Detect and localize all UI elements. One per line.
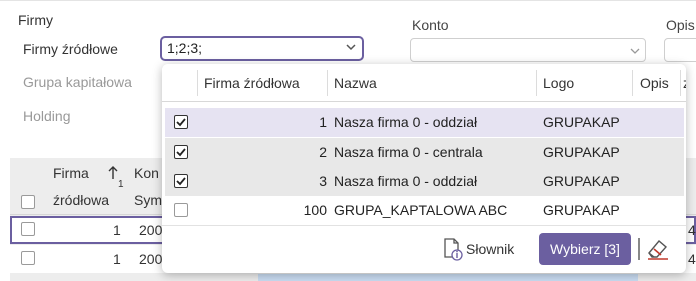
row-checkbox[interactable] [174, 145, 188, 159]
row-checkbox[interactable] [21, 222, 35, 236]
check-icon [176, 118, 186, 127]
popup-header: Firma źródłowa Nazwa Logo Opis zv [162, 64, 686, 102]
firma-number: 3 [319, 173, 327, 189]
slownik-button[interactable]: Słownik [438, 234, 522, 264]
list-item[interactable]: 2 Nasza firma 0 - centrala GRUPAKAP [165, 138, 684, 167]
firma-logo: GRUPAKAP [543, 114, 620, 130]
firma-name: Nasza firma 0 - oddział [334, 173, 478, 189]
col-header-firma[interactable]: Firma źródłowa [204, 75, 300, 91]
chevron-down-icon[interactable] [346, 42, 356, 52]
firmy-zrodlowe-combo[interactable]: 1;2;3; [160, 36, 364, 61]
grid-highlight-strip [258, 274, 638, 281]
row-right-value: 4 [688, 251, 696, 267]
firma-logo: GRUPAKAP [543, 202, 620, 218]
list-item[interactable]: 3 Nasza firma 0 - oddział GRUPAKAP [165, 167, 684, 196]
label-firmy-zrodlowe: Firmy źródłowe [23, 41, 118, 57]
firma-number: 2 [319, 144, 327, 160]
chevron-down-icon[interactable] [630, 46, 640, 56]
column-divider [680, 70, 681, 96]
list-item[interactable]: 100 GRUPA_KAPTALOWA ABC GRUPAKAP [165, 196, 684, 225]
firma-number: 100 [303, 202, 327, 218]
firma-logo: GRUPAKAP [543, 173, 620, 189]
label-grupa-kapitalowa: Grupa kapitałowa [23, 74, 132, 90]
section-title-firmy: Firmy [18, 12, 53, 28]
row-symbol: 200 [139, 251, 163, 267]
column-divider [327, 70, 328, 96]
row-right-value: 4 [688, 222, 696, 238]
opis-input[interactable] [664, 38, 696, 62]
column-divider [536, 70, 537, 96]
row-checkbox[interactable] [21, 251, 35, 265]
grid-header-firma[interactable]: Firma [53, 165, 89, 181]
slownik-label: Słownik [466, 241, 515, 257]
label-konto: Konto [412, 17, 449, 33]
col-header-overflow[interactable]: zv [683, 75, 686, 91]
list-item[interactable]: 1 Nasza firma 0 - oddział GRUPAKAP [165, 108, 684, 137]
eraser-icon[interactable] [645, 236, 671, 262]
column-divider [632, 70, 633, 96]
row-checkbox[interactable] [174, 115, 188, 129]
row-symbol: 200 [139, 222, 163, 238]
top-divider [0, 0, 696, 1]
combo-value: 1;2;3; [167, 40, 203, 56]
row-num: 1 [113, 222, 121, 238]
firma-name: GRUPA_KAPTALOWA ABC [334, 202, 508, 218]
sort-index: 1 [118, 179, 124, 190]
label-opis: Opis [666, 17, 695, 33]
col-header-opis[interactable]: Opis [640, 75, 669, 91]
row-num: 1 [113, 251, 121, 267]
firma-name: Nasza firma 0 - centrala [334, 144, 483, 160]
check-icon [176, 148, 186, 157]
col-header-logo[interactable]: Logo [543, 75, 574, 91]
grid-header-zrodlowa[interactable]: źródłowa [53, 192, 109, 208]
row-checkbox[interactable] [174, 174, 188, 188]
wybierz-button[interactable]: Wybierz [3] [539, 233, 631, 265]
column-divider [197, 70, 198, 96]
grid-header-konto[interactable]: Kon [134, 165, 159, 181]
footer-separator [638, 238, 640, 260]
popup-footer-divider [162, 225, 686, 226]
row-checkbox[interactable] [174, 203, 188, 217]
label-holding: Holding [23, 108, 71, 124]
select-all-checkbox[interactable] [21, 195, 35, 209]
check-icon [176, 177, 186, 186]
konto-input[interactable] [410, 38, 646, 62]
firmy-dropdown-popup: Firma źródłowa Nazwa Logo Opis zv 1 Nasz… [162, 64, 686, 273]
col-header-nazwa[interactable]: Nazwa [334, 75, 377, 91]
firma-logo: GRUPAKAP [543, 144, 620, 160]
firma-number: 1 [319, 114, 327, 130]
firma-name: Nasza firma 0 - oddział [334, 114, 478, 130]
dictionary-info-icon [444, 238, 463, 261]
grid-header-symbol[interactable]: Sym [134, 192, 162, 208]
